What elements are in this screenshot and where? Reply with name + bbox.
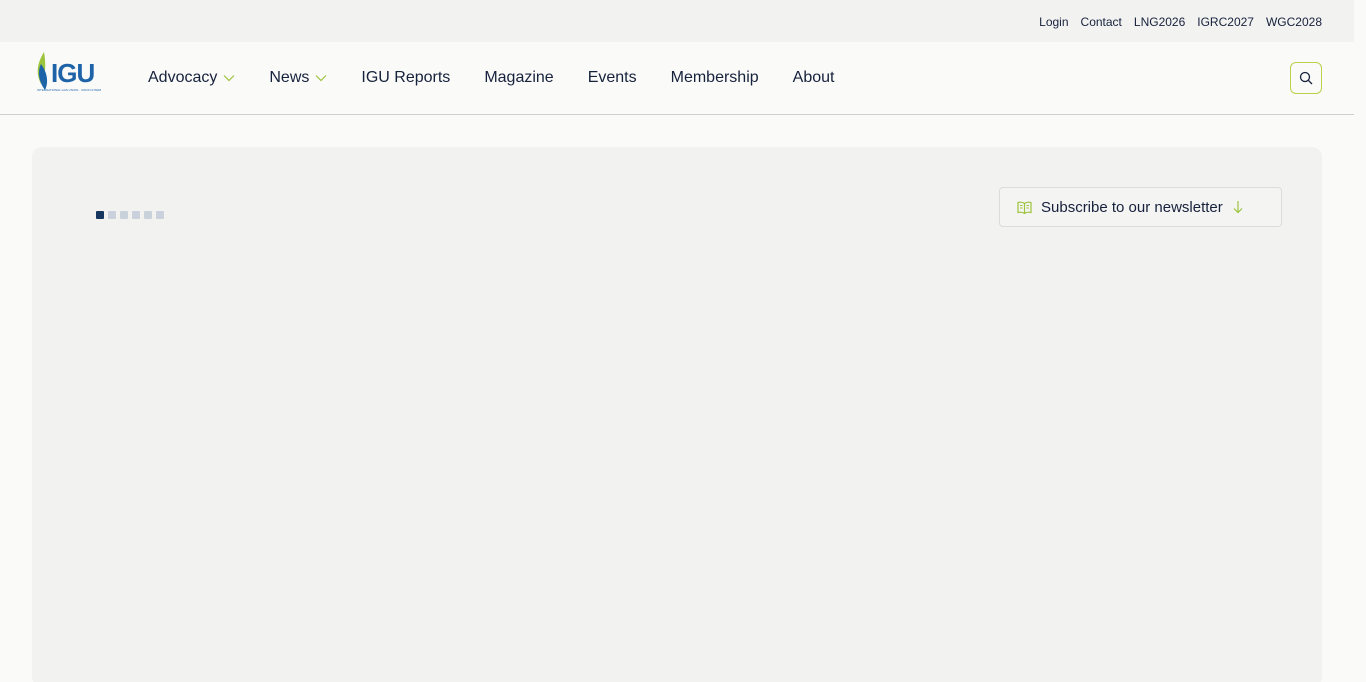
nav-label: Events	[587, 69, 637, 86]
nav-item-igu-reports[interactable]: IGU Reports	[361, 68, 450, 88]
chevron-down-icon	[315, 74, 327, 82]
nav-label: About	[792, 69, 835, 86]
logo-tagline: INTERNATIONAL GAS UNION · UNION INTERNAT…	[37, 88, 101, 92]
chevron-down-icon	[223, 74, 235, 82]
logo-wordmark: IGU	[51, 58, 95, 88]
page: Login Contact LNG2026 IGRC2027 WGC2028 I…	[0, 0, 1354, 682]
nav-item-magazine[interactable]: Magazine	[484, 68, 553, 88]
utility-link-login[interactable]: Login	[1039, 14, 1068, 30]
utility-link-wgc2028[interactable]: WGC2028	[1266, 14, 1322, 30]
hero-carousel: Subscribe to our newsletter	[32, 147, 1322, 682]
utility-link-contact[interactable]: Contact	[1081, 14, 1122, 30]
search-icon	[1299, 71, 1313, 85]
scrollbar-gutter	[1354, 0, 1366, 682]
nav-item-events[interactable]: Events	[588, 68, 637, 88]
nav-label: Membership	[670, 69, 759, 86]
igu-logo[interactable]: IGU INTERNATIONAL GAS UNION · UNION INTE…	[35, 52, 101, 100]
search-button[interactable]	[1290, 62, 1322, 94]
carousel-dot[interactable]	[96, 211, 104, 219]
arrow-down-icon	[1233, 200, 1243, 214]
utility-nav: Login Contact LNG2026 IGRC2027 WGC2028	[1039, 14, 1322, 30]
carousel-dot[interactable]	[156, 211, 164, 219]
open-book-icon	[1017, 201, 1032, 214]
subscribe-newsletter-button[interactable]: Subscribe to our newsletter	[999, 187, 1282, 227]
utility-bar: Login Contact LNG2026 IGRC2027 WGC2028	[0, 0, 1354, 42]
nav-label: Magazine	[484, 69, 554, 86]
nav-label: IGU Reports	[361, 69, 451, 86]
carousel-dot[interactable]	[132, 211, 140, 219]
carousel-dot[interactable]	[120, 211, 128, 219]
nav-item-news[interactable]: News	[269, 68, 327, 88]
utility-link-lng2026[interactable]: LNG2026	[1134, 14, 1185, 30]
subscribe-label: Subscribe to our newsletter	[1041, 198, 1223, 216]
carousel-dot[interactable]	[108, 211, 116, 219]
nav-item-advocacy[interactable]: Advocacy	[148, 68, 235, 88]
nav-item-membership[interactable]: Membership	[671, 68, 759, 88]
carousel-dot[interactable]	[144, 211, 152, 219]
main-nav: Advocacy News IGU Reports Magazine Event…	[148, 68, 868, 88]
nav-item-about[interactable]: About	[793, 68, 835, 88]
utility-link-igrc2027[interactable]: IGRC2027	[1197, 14, 1254, 30]
nav-label: Advocacy	[148, 69, 218, 86]
carousel-pagination	[96, 211, 164, 219]
nav-label: News	[269, 69, 310, 86]
main-header: IGU INTERNATIONAL GAS UNION · UNION INTE…	[0, 42, 1354, 115]
